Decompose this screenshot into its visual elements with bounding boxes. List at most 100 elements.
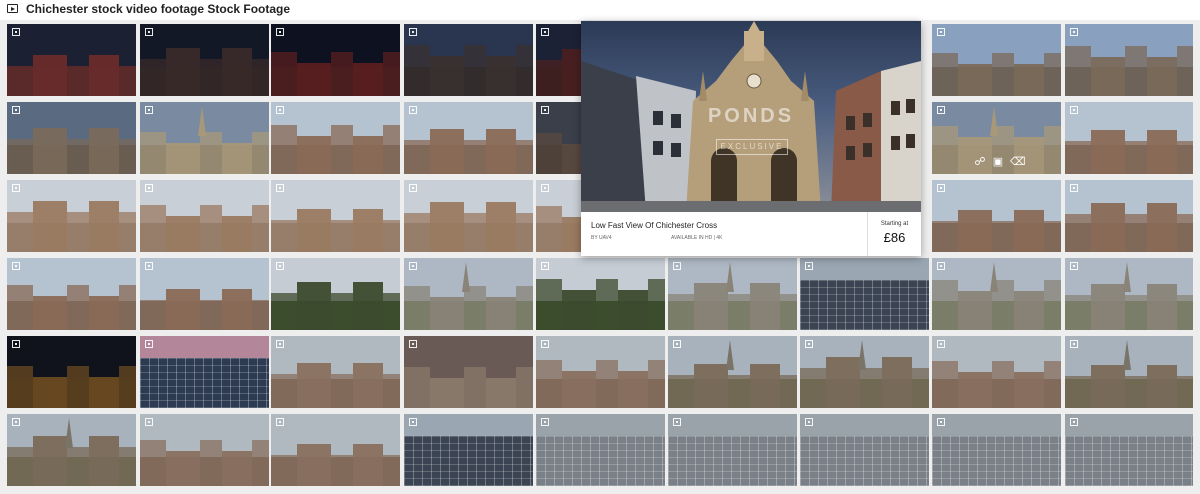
tile-building: [486, 378, 516, 408]
tile-building: [7, 366, 33, 408]
exclusive-badge-icon: [541, 184, 549, 192]
video-tile[interactable]: [271, 180, 400, 252]
exclusive-badge-icon: [409, 418, 417, 426]
tile-building: [1177, 295, 1193, 330]
exclusive-badge-icon: [937, 106, 945, 114]
tile-building: [728, 375, 750, 408]
video-tile[interactable]: [404, 258, 533, 330]
exclusive-badge-icon: [673, 418, 681, 426]
tile-building: [297, 363, 331, 408]
video-tile[interactable]: [7, 336, 136, 408]
video-tile[interactable]: [271, 24, 400, 96]
tile-building: [331, 220, 353, 252]
video-tile[interactable]: [1065, 102, 1193, 174]
tile-building: [200, 59, 222, 96]
video-tile[interactable]: [140, 258, 269, 330]
video-tile[interactable]: [1065, 258, 1193, 330]
tile-building: [826, 357, 860, 408]
tile-building: [166, 48, 200, 96]
video-tile[interactable]: [404, 414, 533, 486]
video-tile[interactable]: [932, 180, 1061, 252]
video-tile[interactable]: [7, 180, 136, 252]
video-tile[interactable]: [140, 336, 269, 408]
video-tile[interactable]: [140, 414, 269, 486]
tile-building: [1065, 46, 1091, 96]
tile-building: [7, 212, 33, 252]
tile-building: [1147, 365, 1177, 408]
video-tile[interactable]: [1065, 180, 1193, 252]
tile-building: [331, 374, 353, 408]
tile-building: [992, 53, 1014, 96]
tile-building: [1125, 376, 1147, 408]
video-tile[interactable]: [536, 414, 665, 486]
tile-building: [119, 447, 136, 486]
video-tile[interactable]: [800, 336, 929, 408]
lightbox-icon[interactable]: ▣: [992, 156, 1004, 168]
clip-title[interactable]: Low Fast View Of Chichester Cross: [591, 221, 717, 230]
video-tile[interactable]: [536, 336, 665, 408]
video-tile[interactable]: [1065, 24, 1193, 96]
video-tile[interactable]: [536, 258, 665, 330]
video-tile[interactable]: [140, 180, 269, 252]
video-tile[interactable]: [404, 180, 533, 252]
exclusive-badge-icon: [541, 262, 549, 270]
tile-building: [430, 56, 464, 96]
exclusive-badge-icon: [1070, 418, 1078, 426]
cart-icon[interactable]: ☍: [974, 156, 986, 168]
tile-building: [222, 289, 252, 330]
video-tile[interactable]: [668, 258, 797, 330]
tile-building: [536, 360, 562, 408]
preview-popup[interactable]: PONDS EXCLUSIVE Low Fast View Of Chiches…: [581, 21, 921, 256]
tile-building: [271, 125, 297, 174]
video-tile[interactable]: [800, 258, 929, 330]
exclusive-badge-icon: [276, 340, 284, 348]
video-tile[interactable]: [932, 414, 1061, 486]
exclusive-badge-icon: [409, 106, 417, 114]
video-tile[interactable]: [7, 258, 136, 330]
video-tile[interactable]: [271, 336, 400, 408]
trash-icon[interactable]: ⌫: [1010, 156, 1026, 168]
tile-building: [430, 378, 464, 408]
watermark-exclusive: EXCLUSIVE: [716, 139, 788, 155]
exclusive-badge-icon: [276, 418, 284, 426]
video-tile[interactable]: [140, 102, 269, 174]
tile-spire: [990, 106, 998, 136]
video-tile[interactable]: [800, 414, 929, 486]
tile-building: [932, 280, 958, 330]
video-tile[interactable]: [668, 336, 797, 408]
tile-building: [404, 286, 430, 330]
video-tile[interactable]: [271, 258, 400, 330]
tile-building: [1091, 284, 1125, 330]
tile-building: [297, 444, 331, 486]
video-tile[interactable]: [7, 102, 136, 174]
tile-building: [1177, 141, 1193, 174]
video-tile[interactable]: [271, 102, 400, 174]
tile-building: [383, 125, 400, 174]
tile-building: [67, 285, 89, 330]
video-tile[interactable]: [140, 24, 269, 96]
video-tile[interactable]: [668, 414, 797, 486]
tile-building: [297, 63, 331, 96]
video-tile[interactable]: [7, 414, 136, 486]
exclusive-badge-icon: [12, 340, 20, 348]
video-tile[interactable]: [932, 336, 1061, 408]
video-tile[interactable]: [404, 24, 533, 96]
video-tile[interactable]: [932, 24, 1061, 96]
video-tile[interactable]: [404, 102, 533, 174]
video-tile[interactable]: [1065, 414, 1193, 486]
tile-building: [33, 128, 67, 174]
exclusive-badge-icon: [1070, 184, 1078, 192]
exclusive-badge-icon: [145, 418, 153, 426]
tile-building: [33, 296, 67, 330]
tile-building: [882, 357, 912, 408]
video-tile[interactable]: [7, 24, 136, 96]
video-tile[interactable]: [1065, 336, 1193, 408]
clip-author[interactable]: BY UAV4: [591, 235, 612, 241]
video-tile[interactable]: [404, 336, 533, 408]
tile-building: [648, 360, 665, 408]
exclusive-badge-icon: [541, 106, 549, 114]
video-tile[interactable]: [932, 258, 1061, 330]
video-tile[interactable]: [271, 414, 400, 486]
exclusive-badge-icon: [12, 262, 20, 270]
preview-image[interactable]: PONDS EXCLUSIVE: [581, 21, 921, 212]
